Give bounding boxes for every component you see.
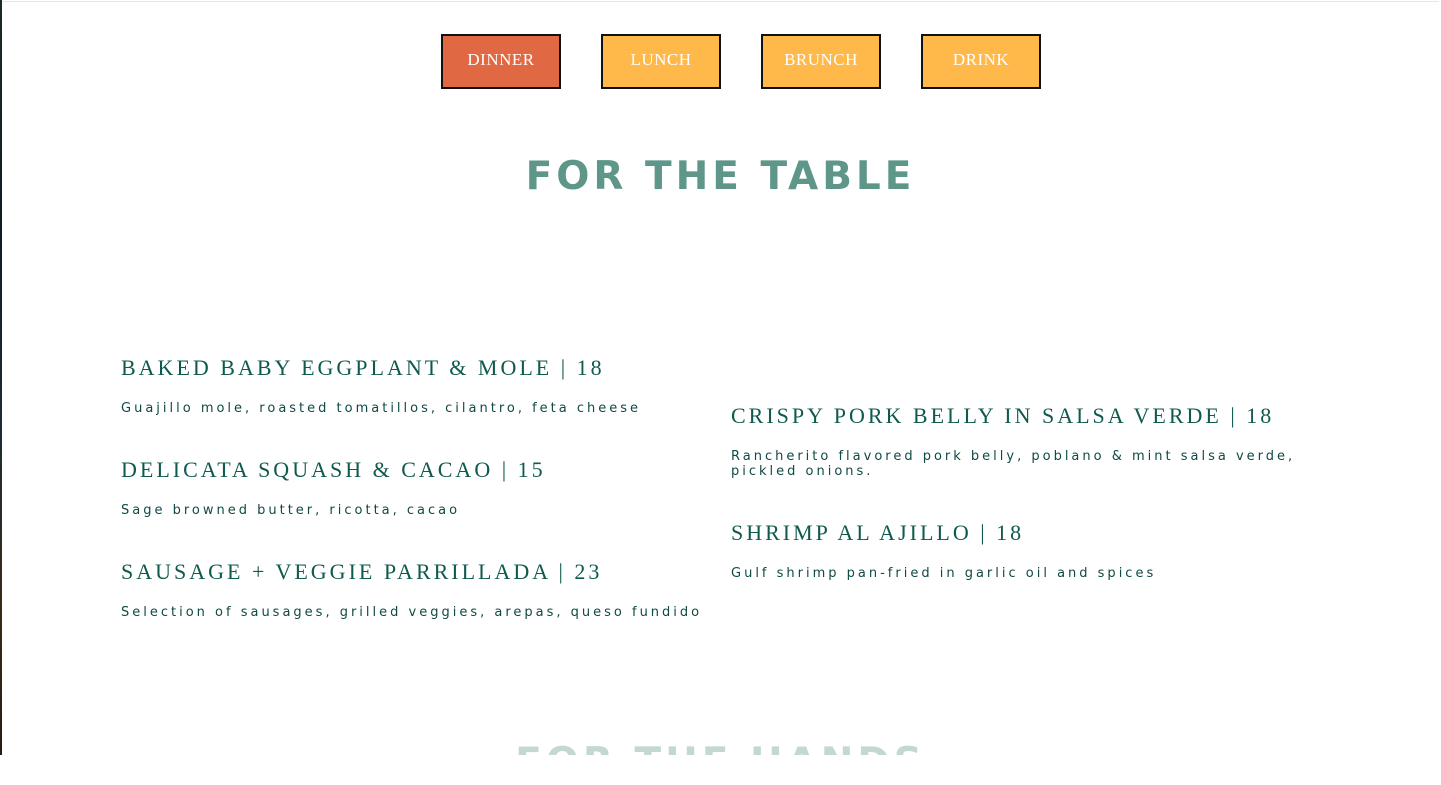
menu-tabs: DINNER LUNCH BRUNCH DRINK — [441, 34, 1041, 89]
next-section-title: FOR THE HANDS — [2, 740, 1439, 755]
menu-item-name: DELICATA SQUASH & CACAO | 15 — [121, 457, 546, 482]
menu-item-name: CRISPY PORK BELLY IN SALSA VERDE | 18 — [731, 403, 1275, 428]
menu-panel: DINNER LUNCH BRUNCH DRINK FOR THE TABLE … — [2, 1, 1439, 755]
menu-item-description: Guajillo mole, roasted tomatillos, cilan… — [121, 401, 642, 416]
menu-item-name: BAKED BABY EGGPLANT & MOLE | 18 — [121, 355, 605, 380]
menu-item-description: Rancherito flavored pork belly, poblano … — [731, 449, 1296, 479]
menu-item: SAUSAGE + VEGGIE PARRILLADA | 23 Selecti… — [121, 559, 731, 620]
menu-item-description: Sage browned butter, ricotta, cacao — [121, 503, 461, 518]
menu-item: DELICATA SQUASH & CACAO | 15 Sage browne… — [121, 457, 731, 518]
menu-column-left: BAKED BABY EGGPLANT & MOLE | 18 Guajillo… — [121, 355, 731, 661]
tab-lunch[interactable]: LUNCH — [601, 34, 721, 89]
tab-drink[interactable]: DRINK — [921, 34, 1041, 89]
menu-item: SHRIMP AL AJILLO | 18 Gulf shrimp pan-fr… — [731, 520, 1341, 581]
tab-dinner[interactable]: DINNER — [441, 34, 561, 89]
menu-item-name: SHRIMP AL AJILLO | 18 — [731, 520, 1025, 545]
menu-item: CRISPY PORK BELLY IN SALSA VERDE | 18 Ra… — [731, 403, 1341, 479]
tab-brunch[interactable]: BRUNCH — [761, 34, 881, 89]
menu-item-description: Selection of sausages, grilled veggies, … — [121, 605, 703, 620]
section-title: FOR THE TABLE — [525, 154, 916, 199]
menu-item: BAKED BABY EGGPLANT & MOLE | 18 Guajillo… — [121, 355, 731, 416]
menu-item-description: Gulf shrimp pan-fried in garlic oil and … — [731, 566, 1157, 581]
menu-item-name: SAUSAGE + VEGGIE PARRILLADA | 23 — [121, 559, 603, 584]
menu-column-right: CRISPY PORK BELLY IN SALSA VERDE | 18 Ra… — [731, 403, 1341, 622]
